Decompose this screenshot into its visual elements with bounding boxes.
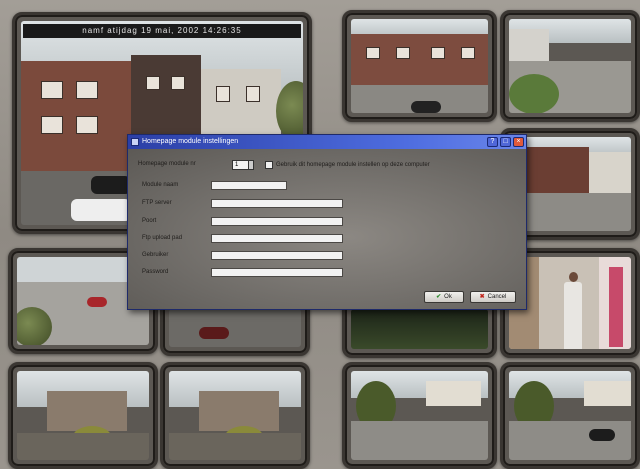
dialog-title: Homepage module instellingen	[142, 138, 239, 145]
camera-view-10[interactable]	[160, 362, 310, 469]
use-module-label: Gebruik dit homepage module instellen op…	[276, 162, 430, 168]
ok-button[interactable]: ✔ Ok	[424, 291, 464, 303]
camera-view-11[interactable]	[342, 362, 497, 469]
user-field[interactable]	[211, 251, 343, 260]
module-number-label: Homepage module nr	[138, 161, 196, 167]
camera-feed	[351, 371, 488, 460]
port-field[interactable]	[211, 217, 343, 226]
maximize-icon[interactable]: □	[500, 137, 511, 147]
camera-view-9[interactable]	[8, 362, 158, 469]
camera-view-2[interactable]	[342, 10, 497, 122]
camera-feed	[509, 371, 631, 460]
homepage-settings-dialog: Homepage module instellingen ? □ × Homep…	[127, 134, 527, 310]
ftp-upload-path-label: Ftp upload pad	[142, 235, 183, 241]
ftp-server-field[interactable]	[211, 199, 343, 208]
ok-label: Ok	[444, 294, 452, 300]
camera-feed	[351, 309, 488, 349]
module-name-label: Module naam	[142, 182, 179, 188]
module-number-value: 1	[235, 162, 239, 168]
ftp-server-label: FTP server	[142, 200, 172, 206]
car	[91, 176, 131, 194]
check-icon: ✔	[436, 294, 442, 300]
camera-feed	[351, 19, 488, 113]
port-label: Poort	[142, 218, 157, 224]
camera-feed	[509, 19, 631, 113]
password-label: Password	[142, 269, 169, 275]
camera-overlay-text: namf atijdag 19 mai, 2002 14:26:35	[23, 24, 301, 38]
module-number-stepper[interactable]: 1	[232, 160, 254, 170]
dialog-body: Homepage module nr 1 Gebruik dit homepag…	[128, 149, 526, 309]
dialog-titlebar[interactable]: Homepage module instellingen ? □ ×	[128, 135, 526, 149]
camera-feed	[17, 371, 149, 460]
use-module-checkbox[interactable]	[265, 161, 273, 169]
person	[564, 282, 582, 349]
car	[71, 199, 131, 221]
user-label: Gebruiker	[142, 252, 169, 258]
cancel-button[interactable]: ✖ Cancel	[470, 291, 516, 303]
module-name-field[interactable]	[211, 181, 287, 190]
help-icon[interactable]: ?	[487, 137, 498, 147]
car	[411, 101, 441, 113]
car	[589, 429, 615, 441]
stepper-arrows-icon[interactable]	[248, 161, 253, 169]
camera-feed	[169, 309, 301, 347]
window-icon	[131, 138, 139, 146]
cancel-label: Cancel	[487, 294, 507, 300]
car	[199, 327, 229, 339]
camera-view-3[interactable]	[500, 10, 640, 122]
camera-feed	[509, 137, 631, 231]
camera-feed	[509, 257, 631, 349]
camera-view-12[interactable]	[500, 362, 640, 469]
password-field[interactable]	[211, 268, 343, 277]
ftp-upload-path-field[interactable]	[211, 234, 343, 243]
close-icon: ✖	[479, 294, 485, 300]
camera-feed	[169, 371, 301, 460]
close-icon[interactable]: ×	[513, 137, 524, 147]
car	[87, 297, 107, 307]
